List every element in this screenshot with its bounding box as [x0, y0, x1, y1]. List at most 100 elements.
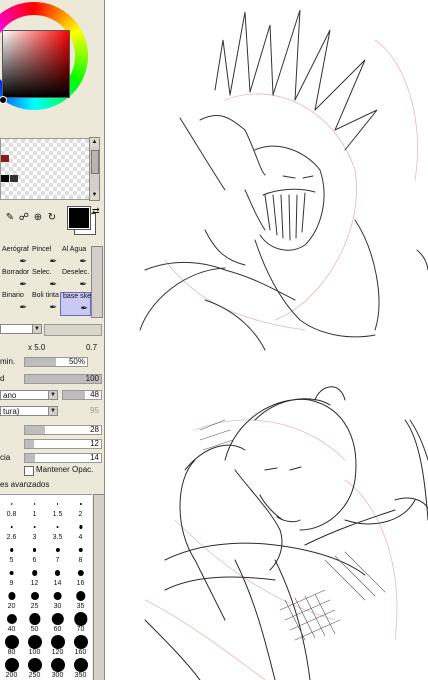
- brush-size-label: 12: [30, 580, 39, 587]
- brush-size-option[interactable]: 30: [46, 587, 69, 611]
- tool-watercolor[interactable]: Al Agua ✒: [60, 246, 89, 268]
- tool-label: Borrador: [2, 269, 30, 276]
- zoom-icon[interactable]: ⊕: [32, 212, 44, 224]
- watercolor-icon: ✒: [79, 256, 87, 266]
- tool-pen[interactable]: Pincel ✒: [30, 246, 59, 268]
- brush-size-label: 3: [32, 534, 37, 541]
- brush-size-option[interactable]: 7: [46, 541, 69, 565]
- brush-shape-select[interactable]: ano ▼: [0, 390, 58, 400]
- brush-size-option[interactable]: 200: [0, 656, 23, 680]
- tool-label: Boli tinta: [32, 292, 59, 299]
- color-picker-marker[interactable]: [0, 96, 7, 104]
- size-value: 0.7: [86, 343, 98, 352]
- brush-shape-icons[interactable]: [44, 324, 102, 336]
- foreground-color-box[interactable]: [67, 206, 91, 230]
- brush-shape-value: 48: [90, 390, 99, 399]
- size-multiplier[interactable]: x 5.0: [28, 343, 45, 353]
- brush-size-dot: [32, 548, 37, 552]
- brush-size-option[interactable]: 20: [0, 587, 23, 611]
- blend-mode-select[interactable]: ▼: [0, 324, 42, 334]
- brush-size-option[interactable]: 0.8: [0, 495, 23, 519]
- tool-deselect[interactable]: Deselec. ✒: [60, 269, 89, 291]
- brush-size-option[interactable]: 80: [0, 633, 23, 657]
- min-size-slider[interactable]: 50%: [24, 357, 88, 367]
- brush-size-label: 100: [28, 649, 41, 656]
- tool-airbrush[interactable]: Aerógraf ✒: [0, 246, 29, 268]
- tool-base-sketch[interactable]: base ske ✒: [60, 292, 91, 316]
- brush-size-option[interactable]: 1.5: [46, 495, 69, 519]
- brush-size-dot: [4, 658, 19, 672]
- advanced-settings-label[interactable]: es avanzados: [0, 480, 49, 490]
- brush-shape-slider[interactable]: 48: [62, 390, 102, 400]
- brush-size-dot: [27, 635, 42, 649]
- brush-size-label: 1.5: [52, 511, 63, 518]
- brush-size-option[interactable]: 40: [0, 610, 23, 634]
- brush-size-option[interactable]: 300: [46, 656, 69, 680]
- swap-colors-icon[interactable]: ⇄: [92, 206, 100, 217]
- brush-size-dot: [73, 612, 88, 626]
- brush-size-option[interactable]: 16: [69, 564, 92, 588]
- brush-size-option[interactable]: 4: [69, 518, 92, 542]
- brush-size-option[interactable]: 3: [23, 518, 46, 542]
- brush-size-option[interactable]: 25: [23, 587, 46, 611]
- tool-ink-pen[interactable]: Boli tinta ✒: [30, 292, 59, 314]
- brush-size-option[interactable]: 14: [46, 564, 69, 588]
- brush-size-option[interactable]: 9: [0, 564, 23, 588]
- brush-size-scrollbar[interactable]: [93, 494, 104, 680]
- scroll-down-arrow[interactable]: ▼: [90, 191, 99, 200]
- tool-label: Al Agua: [62, 246, 87, 253]
- brush-size-option[interactable]: 12: [23, 564, 46, 588]
- keep-opacity-checkbox[interactable]: [24, 466, 34, 476]
- brush-size-option[interactable]: 350: [69, 656, 92, 680]
- tools-scrollbar[interactable]: [91, 246, 103, 318]
- brush-size-option[interactable]: 250: [23, 656, 46, 680]
- brush-size-option[interactable]: 5: [0, 541, 23, 565]
- brush-size-label: 350: [74, 672, 87, 679]
- swatch[interactable]: [1, 155, 9, 162]
- blending-slider[interactable]: 14: [24, 453, 102, 463]
- brush-size-dot: [79, 502, 82, 506]
- rotate-icon[interactable]: ↻: [46, 212, 58, 224]
- brush-size-option[interactable]: 120: [46, 633, 69, 657]
- brush-size-label: 5: [9, 557, 14, 564]
- color-swatch-panel[interactable]: [0, 138, 90, 200]
- brush-size-option[interactable]: 100: [23, 633, 46, 657]
- eyedropper-icon[interactable]: ✎: [4, 212, 16, 224]
- brush-size-dot: [10, 503, 13, 505]
- brush-size-dot: [51, 612, 64, 626]
- brush-size-label: 250: [28, 672, 41, 679]
- density-slider[interactable]: 100: [24, 374, 102, 384]
- brush-size-option[interactable]: 60: [46, 610, 69, 634]
- pen-icon: ✒: [49, 256, 57, 266]
- swatch-scrollbar[interactable]: ▲ ▼: [89, 137, 100, 201]
- brush-size-dot: [33, 503, 36, 505]
- brush-size-option[interactable]: 3.5: [46, 518, 69, 542]
- brush-size-option[interactable]: 160: [69, 633, 92, 657]
- hand-icon[interactable]: ☍: [18, 212, 30, 224]
- saturation-value-square[interactable]: [2, 30, 70, 98]
- brush-size-option[interactable]: 70: [69, 610, 92, 634]
- tool-select[interactable]: Selec. ✒: [30, 269, 59, 291]
- tool-binary[interactable]: Binario ✒: [0, 292, 29, 314]
- brush-size-dot: [77, 569, 84, 577]
- brush-size-option[interactable]: 2.6: [0, 518, 23, 542]
- brush-size-dot: [53, 591, 62, 601]
- param2-slider[interactable]: 12: [24, 439, 102, 449]
- brush-size-option[interactable]: 2: [69, 495, 92, 519]
- tool-eraser[interactable]: Borrador ✒: [0, 269, 29, 291]
- param1-slider[interactable]: 28: [24, 425, 102, 435]
- swatch[interactable]: [1, 175, 9, 182]
- swatch[interactable]: [10, 175, 18, 182]
- select-icon: ✒: [49, 279, 57, 289]
- brush-size-label: 14: [53, 580, 62, 587]
- brush-size-option[interactable]: 8: [69, 541, 92, 565]
- brush-size-option[interactable]: 1: [23, 495, 46, 519]
- drawing-canvas[interactable]: [105, 0, 428, 680]
- brush-size-option[interactable]: 50: [23, 610, 46, 634]
- texture-select[interactable]: tura) ▼: [0, 406, 58, 416]
- brush-size-option[interactable]: 35: [69, 587, 92, 611]
- scroll-thumb[interactable]: [91, 150, 99, 174]
- brush-size-option[interactable]: 6: [23, 541, 46, 565]
- scroll-up-arrow[interactable]: ▲: [90, 138, 99, 147]
- brush-size-dot: [9, 548, 14, 552]
